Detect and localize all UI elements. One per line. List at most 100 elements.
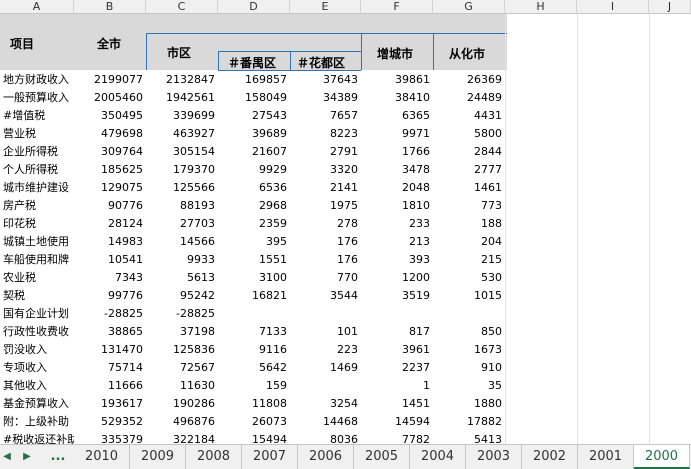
cell-f[interactable]: 14594 bbox=[361, 413, 433, 431]
cell-e[interactable]: 176 bbox=[290, 251, 361, 269]
row-label[interactable]: 农业税 bbox=[0, 269, 74, 287]
sheet-tab-2001[interactable]: 2001 bbox=[578, 445, 634, 469]
cell-e[interactable]: 2141 bbox=[290, 179, 361, 197]
row-label[interactable]: 地方财政收入 bbox=[0, 71, 74, 89]
cell-f[interactable]: 233 bbox=[361, 215, 433, 233]
cell-c[interactable]: 496876 bbox=[146, 413, 218, 431]
cell-f[interactable]: 9971 bbox=[361, 125, 433, 143]
cell-g[interactable]: 24489 bbox=[433, 89, 505, 107]
cell-c[interactable]: 27703 bbox=[146, 215, 218, 233]
cell-e[interactable]: 8223 bbox=[290, 125, 361, 143]
cell-d[interactable]: 159 bbox=[218, 377, 290, 395]
cell-g[interactable]: 910 bbox=[433, 359, 505, 377]
cell-g[interactable]: 4431 bbox=[433, 107, 505, 125]
cell-d[interactable]: 3100 bbox=[218, 269, 290, 287]
cell-d[interactable] bbox=[218, 305, 290, 323]
cell-d[interactable]: 9929 bbox=[218, 161, 290, 179]
cell-f[interactable] bbox=[361, 305, 433, 323]
cell-g[interactable]: 5800 bbox=[433, 125, 505, 143]
row-label[interactable]: 营业税 bbox=[0, 125, 74, 143]
cell-d[interactable]: 6536 bbox=[218, 179, 290, 197]
row-label[interactable]: 城市维护建设 bbox=[0, 179, 74, 197]
cell-e[interactable]: 2791 bbox=[290, 143, 361, 161]
cell-g[interactable]: 188 bbox=[433, 215, 505, 233]
cell-f[interactable]: 1810 bbox=[361, 197, 433, 215]
column-header-h[interactable]: H bbox=[505, 0, 577, 14]
cell-d[interactable]: 1551 bbox=[218, 251, 290, 269]
cell-f[interactable]: 1766 bbox=[361, 143, 433, 161]
cell-e[interactable]: 176 bbox=[290, 233, 361, 251]
cell-b[interactable]: 28124 bbox=[74, 215, 146, 233]
cell-c[interactable]: 1942561 bbox=[146, 89, 218, 107]
cell-c[interactable]: 179370 bbox=[146, 161, 218, 179]
cell-f[interactable]: 7782 bbox=[361, 431, 433, 444]
cell-d[interactable]: 39689 bbox=[218, 125, 290, 143]
cell-e[interactable]: 101 bbox=[290, 323, 361, 341]
cell-b[interactable]: 129075 bbox=[74, 179, 146, 197]
column-header-f[interactable]: F bbox=[361, 0, 433, 14]
sheet-tab-2010[interactable]: 2010 bbox=[74, 445, 130, 469]
cell-d[interactable]: 11808 bbox=[218, 395, 290, 413]
column-header-g[interactable]: G bbox=[433, 0, 505, 14]
cell-e[interactable]: 278 bbox=[290, 215, 361, 233]
cell-e[interactable]: 1469 bbox=[290, 359, 361, 377]
cell-g[interactable] bbox=[433, 305, 505, 323]
row-label[interactable]: 其他收入 bbox=[0, 377, 74, 395]
cell-g[interactable]: 215 bbox=[433, 251, 505, 269]
cell-b[interactable]: 529352 bbox=[74, 413, 146, 431]
cell-f[interactable]: 3478 bbox=[361, 161, 433, 179]
row-label[interactable]: 个人所得税 bbox=[0, 161, 74, 179]
cell-f[interactable]: 213 bbox=[361, 233, 433, 251]
row-label[interactable]: #增值税 bbox=[0, 107, 74, 125]
row-label[interactable]: 印花税 bbox=[0, 215, 74, 233]
cell-e[interactable]: 37643 bbox=[290, 71, 361, 89]
column-header-d[interactable]: D bbox=[218, 0, 290, 14]
cell-f[interactable]: 38410 bbox=[361, 89, 433, 107]
cell-g[interactable]: 773 bbox=[433, 197, 505, 215]
row-label[interactable]: #税收返还补助 bbox=[0, 431, 74, 444]
column-header-e[interactable]: E bbox=[290, 0, 361, 14]
cell-e[interactable]: 3320 bbox=[290, 161, 361, 179]
row-label[interactable]: 罚没收入 bbox=[0, 341, 74, 359]
cell-e[interactable]: 223 bbox=[290, 341, 361, 359]
cell-g[interactable]: 26369 bbox=[433, 71, 505, 89]
cell-e[interactable]: 1975 bbox=[290, 197, 361, 215]
cell-d[interactable]: 7133 bbox=[218, 323, 290, 341]
cell-c[interactable]: 322184 bbox=[146, 431, 218, 444]
cell-b[interactable]: 7343 bbox=[74, 269, 146, 287]
cell-b[interactable]: -28825 bbox=[74, 305, 146, 323]
row-label[interactable]: 附：上级补助 bbox=[0, 413, 74, 431]
cell-b[interactable]: 99776 bbox=[74, 287, 146, 305]
cell-d[interactable]: 21607 bbox=[218, 143, 290, 161]
cell-e[interactable]: 7657 bbox=[290, 107, 361, 125]
cell-c[interactable]: 463927 bbox=[146, 125, 218, 143]
column-header-j[interactable]: J bbox=[649, 0, 691, 14]
cell-b[interactable]: 309764 bbox=[74, 143, 146, 161]
cell-c[interactable]: 5613 bbox=[146, 269, 218, 287]
cell-e[interactable]: 3544 bbox=[290, 287, 361, 305]
cell-g[interactable]: 5413 bbox=[433, 431, 505, 444]
cell-c[interactable]: 11630 bbox=[146, 377, 218, 395]
cell-g[interactable]: 530 bbox=[433, 269, 505, 287]
row-label[interactable]: 契税 bbox=[0, 287, 74, 305]
cell-d[interactable]: 27543 bbox=[218, 107, 290, 125]
cell-c[interactable]: 305154 bbox=[146, 143, 218, 161]
cell-c[interactable]: 125836 bbox=[146, 341, 218, 359]
sheet-tab-2007[interactable]: 2007 bbox=[242, 445, 298, 469]
cell-c[interactable]: 88193 bbox=[146, 197, 218, 215]
column-header-i[interactable]: I bbox=[577, 0, 649, 14]
cell-c[interactable]: -28825 bbox=[146, 305, 218, 323]
cell-b[interactable]: 14983 bbox=[74, 233, 146, 251]
sheet-tab-2003[interactable]: 2003 bbox=[466, 445, 522, 469]
cell-g[interactable]: 1880 bbox=[433, 395, 505, 413]
cell-d[interactable]: 158049 bbox=[218, 89, 290, 107]
sheet-tab-2008[interactable]: 2008 bbox=[186, 445, 242, 469]
spreadsheet-grid[interactable]: ABCDEFGHIJ 项目 全市 市区 ＃番禺区 ＃花都区 增城市 从化市 地方… bbox=[0, 0, 691, 444]
cell-c[interactable]: 37198 bbox=[146, 323, 218, 341]
cell-e[interactable] bbox=[290, 305, 361, 323]
sheet-tab-2009[interactable]: 2009 bbox=[130, 445, 186, 469]
cell-c[interactable]: 9933 bbox=[146, 251, 218, 269]
cell-f[interactable]: 3519 bbox=[361, 287, 433, 305]
cell-c[interactable]: 125566 bbox=[146, 179, 218, 197]
sheet-tab-2004[interactable]: 2004 bbox=[410, 445, 466, 469]
